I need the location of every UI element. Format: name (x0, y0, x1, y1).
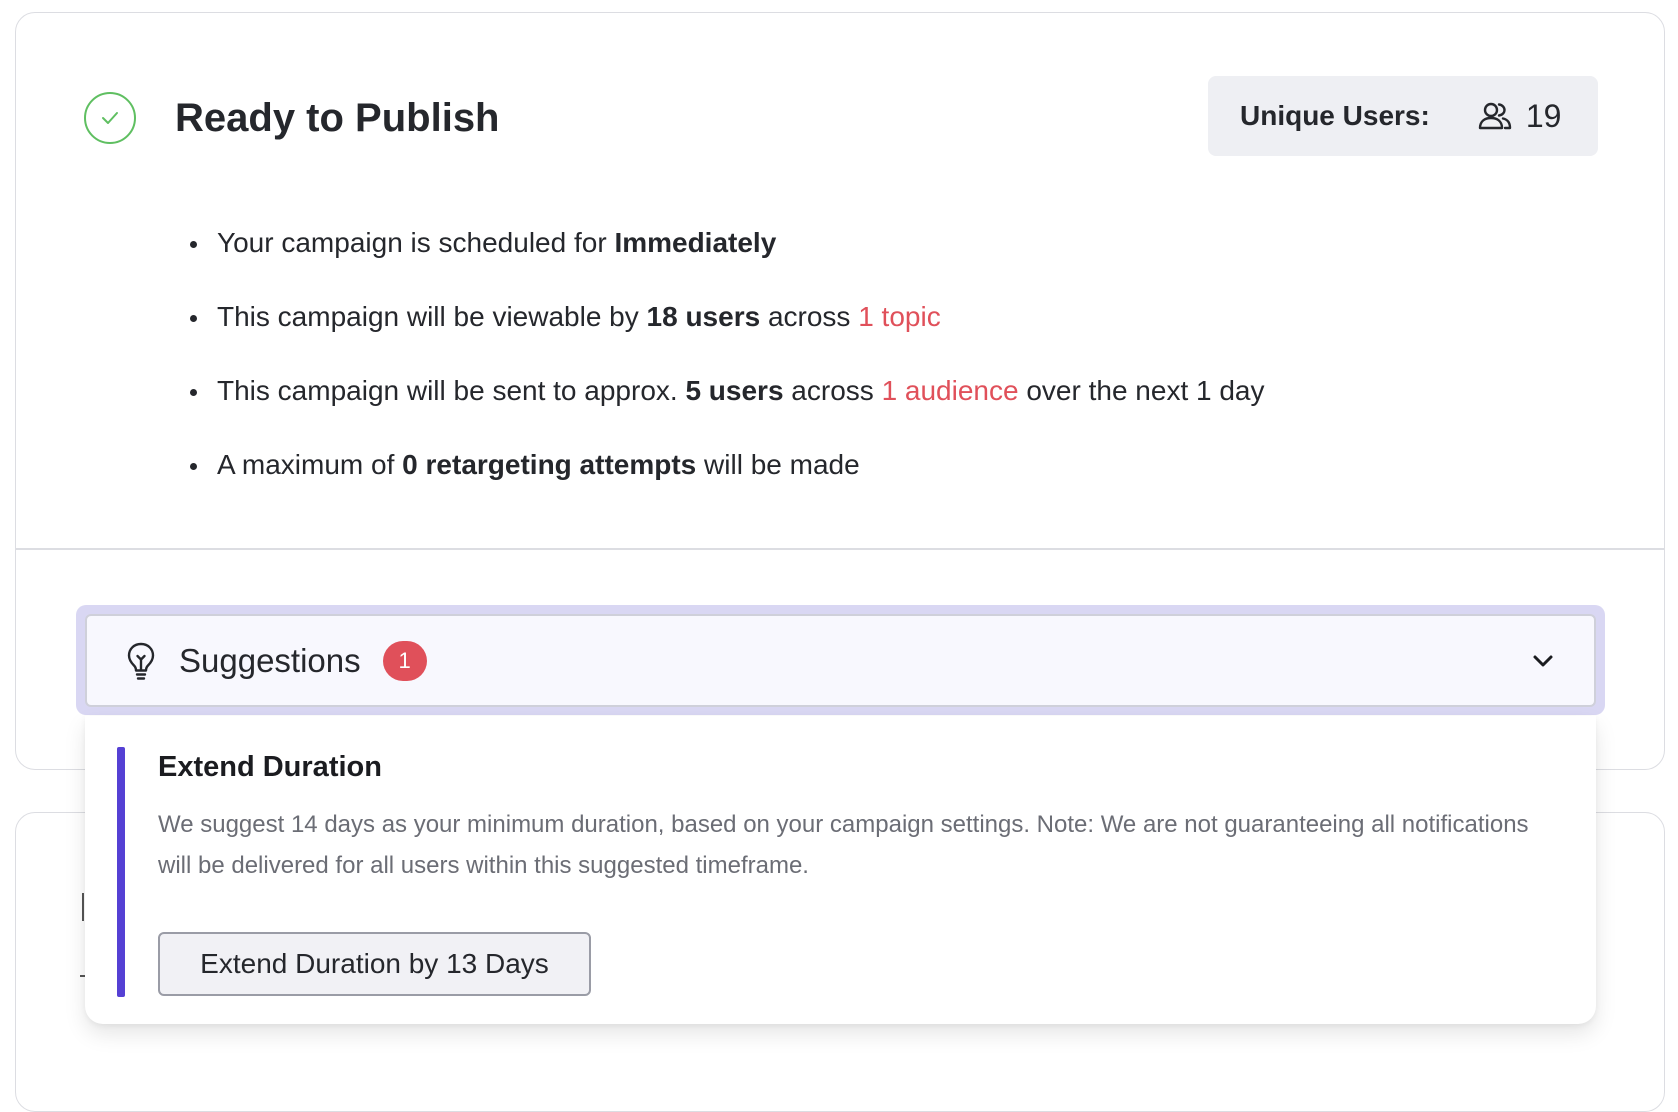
retargeting-count: 0 retargeting attempts (402, 449, 697, 480)
sent-text: This campaign will be sent to approx. (217, 375, 686, 406)
unique-users-label: Unique Users: (1240, 100, 1430, 131)
suggestions-count-badge: 1 (382, 640, 427, 681)
retargeting-text: A maximum of (217, 449, 403, 480)
unique-users-box: Unique Users: 19 (1208, 76, 1598, 156)
summary-sent: This campaign will be sent to approx. 5 … (190, 368, 1265, 442)
suggestion-accent-bar (117, 747, 125, 997)
sent-across: across (783, 375, 882, 406)
suggestions-label: Suggestions (179, 641, 361, 679)
audience-link[interactable]: 1 audience (882, 375, 1019, 406)
unique-users-count: 19 (1525, 97, 1562, 134)
suggestions-toggle[interactable]: Suggestions 1 (85, 614, 1596, 707)
topic-link[interactable]: 1 topic (858, 301, 941, 332)
lightbulb-icon (125, 641, 157, 681)
summary-retargeting: A maximum of 0 retargeting attempts will… (190, 442, 1265, 516)
schedule-text: Your campaign is scheduled for (217, 227, 615, 258)
sent-duration-text: over the next 1 day (1018, 375, 1265, 406)
sent-users-count: 5 users (685, 375, 784, 406)
page-title: Ready to Publish (175, 96, 500, 140)
extend-duration-button[interactable]: Extend Duration by 13 Days (158, 932, 591, 996)
secondary-card-marker (82, 893, 84, 921)
schedule-value: Immediately (614, 227, 777, 258)
viewable-users-count: 18 users (646, 301, 761, 332)
suggestion-title: Extend Duration (158, 751, 382, 783)
suggestion-description: We suggest 14 days as your minimum durat… (158, 811, 1529, 879)
chevron-down-icon[interactable] (1530, 648, 1556, 674)
suggestions-panel: Extend Duration We suggest 14 days as yo… (85, 716, 1596, 1024)
retargeting-after: will be made (696, 449, 860, 480)
section-divider (15, 548, 1665, 550)
summary-schedule: Your campaign is scheduled for Immediate… (190, 220, 1265, 294)
check-circle-icon (84, 92, 136, 144)
users-icon (1478, 99, 1512, 133)
campaign-summary-list: Your campaign is scheduled for Immediate… (190, 220, 1265, 516)
viewable-text: This campaign will be viewable by (217, 301, 647, 332)
summary-viewable: This campaign will be viewable by 18 use… (190, 294, 1265, 368)
viewable-across: across (760, 301, 859, 332)
